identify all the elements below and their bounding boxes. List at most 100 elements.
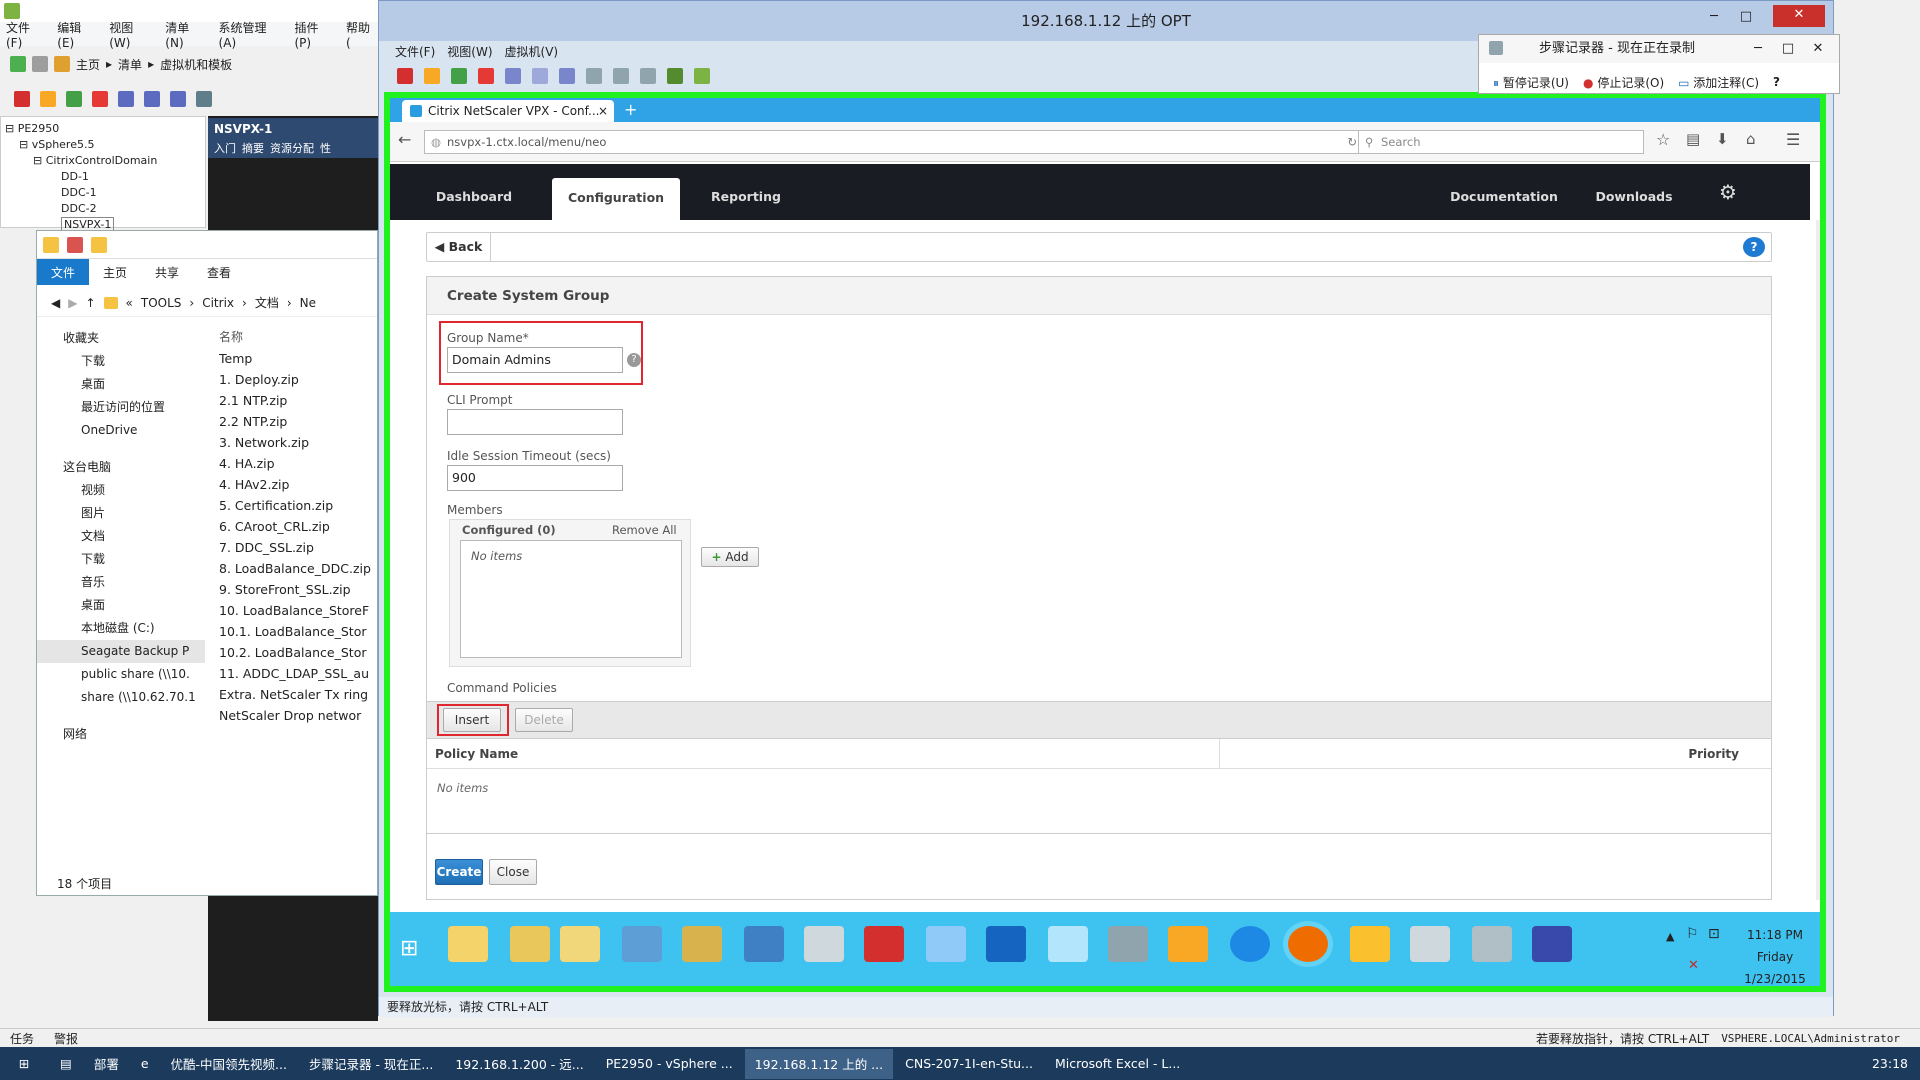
close-icon[interactable]: ✕ (1803, 39, 1833, 59)
snapshot-manager-icon[interactable] (144, 91, 160, 107)
nav-item[interactable]: 下载 (37, 548, 205, 571)
file-explorer-icon[interactable] (448, 926, 488, 962)
grid-app-icon[interactable] (1350, 926, 1390, 962)
list-item[interactable]: 4. HA.zip (213, 453, 379, 474)
ribbon-tab-share[interactable]: 共享 (141, 259, 193, 285)
vm-menu-view[interactable]: 视图(W) (447, 43, 492, 60)
list-item[interactable]: 9. StoreFront_SSL.zip (213, 579, 379, 600)
settings-icon[interactable] (667, 68, 683, 84)
nav-item[interactable]: 音乐 (37, 571, 205, 594)
tree-item[interactable]: DD-1 (5, 169, 201, 185)
add-comment-button[interactable]: ▭ 添加注释(C) (1678, 74, 1759, 91)
path-segment[interactable]: TOOLS (141, 296, 182, 310)
start-button[interactable]: ⊞ (0, 1049, 48, 1079)
stop-record-button[interactable]: ● 停止记录(O) (1583, 74, 1664, 91)
nav-item[interactable]: public share (\\10. (37, 663, 205, 686)
remote-app-icon[interactable] (1532, 926, 1572, 962)
nav-favorites[interactable]: 收藏夹 (37, 327, 205, 350)
close-icon[interactable]: ✕ (1773, 5, 1825, 27)
list-item[interactable]: 8. LoadBalance_DDC.zip (213, 558, 379, 579)
event-viewer-icon[interactable] (804, 926, 844, 962)
browser-tab[interactable]: Citrix NetScaler VPX - Conf... × (402, 100, 614, 122)
gear-icon[interactable]: ⚙ (1708, 164, 1748, 220)
taskbar-item[interactable]: 部署 (84, 1049, 129, 1079)
page-scrollbar[interactable] (1816, 220, 1820, 900)
list-item[interactable]: 5. Certification.zip (213, 495, 379, 516)
monitor-icon[interactable] (1472, 926, 1512, 962)
new-tab-icon[interactable]: + (624, 100, 637, 119)
insert-button[interactable]: Insert (443, 708, 501, 732)
nav-item[interactable]: 视频 (37, 479, 205, 502)
group-name-input[interactable]: Domain Admins (447, 347, 623, 373)
network-icon[interactable] (640, 68, 656, 84)
console-icon[interactable] (196, 91, 212, 107)
active-directory-icon[interactable] (622, 926, 662, 962)
network-tray-icon[interactable]: ⊡ (1708, 926, 1720, 942)
add-member-button[interactable]: + Add (701, 547, 759, 567)
nav-inventory[interactable]: 清单 (118, 56, 142, 73)
back-button[interactable]: ◀ Back (427, 233, 491, 261)
notepad-icon[interactable] (510, 926, 550, 962)
list-item[interactable]: Extra. NetScaler Tx ring (213, 684, 379, 705)
path-overflow[interactable]: « (126, 296, 133, 310)
nav-item[interactable]: OneDrive (37, 419, 205, 442)
remove-all-link[interactable]: Remove All (612, 523, 677, 537)
power-on-icon[interactable] (451, 68, 467, 84)
nav-item[interactable]: 最近访问的位置 (37, 396, 205, 419)
tab-performance[interactable]: 性 (320, 140, 331, 156)
nav-item[interactable]: Seagate Backup P (37, 640, 205, 663)
idle-timeout-input[interactable]: 900 (447, 465, 623, 491)
nav-item[interactable]: 图片 (37, 502, 205, 525)
list-item[interactable]: 4. HAv2.zip (213, 474, 379, 495)
menu-help[interactable]: 帮助( (340, 19, 380, 50)
nav-item[interactable]: share (\\10.62.70.1 (37, 686, 205, 709)
snapshot-manager-icon[interactable] (559, 68, 575, 84)
url-bar[interactable]: ◍ nsvpx-1.ctx.local/menu/neo ↻ (424, 130, 1364, 154)
play-icon[interactable] (66, 91, 82, 107)
taskbar-explorer-icon[interactable]: ▤ (50, 1049, 82, 1079)
taskbar-item[interactable]: PE2950 - vSphere ... (596, 1049, 743, 1079)
tree-item[interactable]: DDC-2 (5, 201, 201, 217)
tab-getting-started[interactable]: 入门 (214, 140, 236, 156)
back-icon[interactable]: ◀ (51, 296, 60, 310)
home-icon[interactable] (54, 56, 70, 72)
taskbar-item[interactable]: 优酷-中国领先视频... (161, 1049, 297, 1079)
firefox-icon[interactable] (1288, 926, 1328, 962)
list-item[interactable]: 10.1. LoadBalance_Stor (213, 621, 379, 642)
server-manager-icon[interactable] (560, 926, 600, 962)
tab-resource-allocation[interactable]: 资源分配 (270, 140, 314, 156)
menu-view[interactable]: 视图(W) (103, 19, 159, 50)
flag-icon[interactable]: ⚐ (1686, 926, 1699, 942)
tab-dashboard[interactable]: Dashboard (420, 164, 528, 220)
nav-item[interactable]: 桌面 (37, 594, 205, 617)
nav-home[interactable]: 主页 (76, 56, 100, 73)
field-help-icon[interactable]: ? (627, 353, 641, 367)
users-computers-icon[interactable] (744, 926, 784, 962)
tab-reporting[interactable]: Reporting (692, 164, 800, 220)
menu-admin[interactable]: 系统管理(A) (213, 19, 289, 50)
reset-icon[interactable] (478, 68, 494, 84)
vm-menu-vm[interactable]: 虚拟机(V) (505, 43, 559, 60)
cd-icon[interactable] (586, 68, 602, 84)
menu-plugins[interactable]: 插件(P) (288, 19, 340, 50)
list-item[interactable]: 11. ADDC_LDAP_SSL_au (213, 663, 379, 684)
taskbar-item[interactable]: CNS-207-1I-en-Stu... (895, 1049, 1043, 1079)
list-item[interactable]: 10.2. LoadBalance_Stor (213, 642, 379, 663)
list-item[interactable]: 10. LoadBalance_StoreF (213, 600, 379, 621)
properties-icon[interactable] (67, 237, 83, 253)
taskbar-clock[interactable]: 23:18 (1862, 1049, 1918, 1079)
reading-list-icon[interactable]: ▤ (1686, 130, 1700, 148)
certificate-icon[interactable] (1168, 926, 1208, 962)
up-icon[interactable]: ↑ (85, 296, 95, 310)
toolbox-icon[interactable] (864, 926, 904, 962)
taskbar-item[interactable]: 192.168.1.200 - 远... (445, 1049, 593, 1079)
tab-summary[interactable]: 摘要 (242, 140, 264, 156)
tray-up-icon[interactable]: ▲ (1666, 930, 1674, 943)
minimize-icon[interactable]: ─ (1743, 39, 1773, 59)
maximize-icon[interactable]: □ (1731, 7, 1761, 27)
list-item[interactable]: 2.1 NTP.zip (213, 390, 379, 411)
cli-prompt-input[interactable] (447, 409, 623, 435)
usb-icon[interactable] (694, 68, 710, 84)
back-arrow-icon[interactable]: ← (398, 130, 411, 149)
dns-icon[interactable] (682, 926, 722, 962)
